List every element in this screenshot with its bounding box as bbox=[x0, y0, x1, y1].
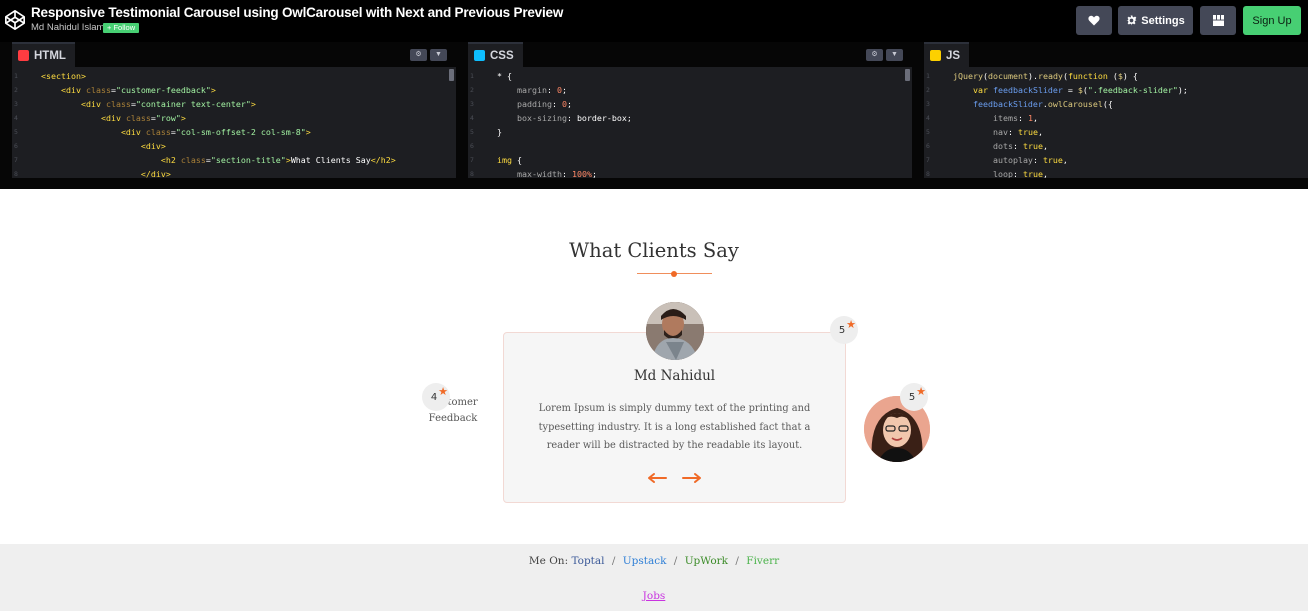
html-code[interactable]: 1 <section> 2 <div class="customer-feedba… bbox=[12, 69, 456, 178]
star-icon: ★ bbox=[438, 385, 448, 398]
css-tools: ⚙ ▼ bbox=[866, 49, 903, 61]
link-upstack[interactable]: Upstack bbox=[623, 555, 667, 567]
link-separator: / bbox=[735, 555, 739, 567]
client-name: Md Nahidul bbox=[633, 368, 716, 384]
css-code[interactable]: 1 * { 2 margin: 0; 3 padding: 0; 4 box-si… bbox=[468, 69, 912, 178]
arrow-right-icon[interactable] bbox=[682, 472, 702, 484]
signup-button[interactable]: Sign Up bbox=[1243, 6, 1301, 35]
css-editor[interactable]: CSS ⚙ ▼ 1 * { 2 margin: 0; 3 padding: 0; … bbox=[468, 42, 912, 178]
prev-slide-line2: Feedback bbox=[428, 413, 478, 424]
js-code[interactable]: 1 jQuery(document).ready(function ($) { 2… bbox=[924, 69, 1308, 178]
css-settings-icon[interactable]: ⚙ bbox=[866, 49, 883, 61]
pen-title: Responsive Testimonial Carousel using Ow… bbox=[31, 5, 564, 20]
tab-html-label: HTML bbox=[34, 49, 66, 62]
js-tabbar: JS bbox=[924, 42, 1308, 67]
me-on-links: Me On: Toptal / Upstack / UpWork / Fiver… bbox=[0, 555, 1308, 567]
client-photo bbox=[646, 302, 704, 360]
star-icon: ★ bbox=[846, 318, 856, 331]
title-divider-dot bbox=[671, 271, 677, 277]
css-chevron-down-icon[interactable]: ▼ bbox=[886, 49, 903, 61]
next-rating-value: 5 bbox=[908, 391, 916, 403]
link-upwork[interactable]: UpWork bbox=[685, 555, 728, 567]
tab-css[interactable]: CSS bbox=[468, 42, 523, 67]
link-fiverr[interactable]: Fiverr bbox=[746, 555, 779, 567]
link-separator: / bbox=[611, 555, 616, 567]
testimonial-text: Lorem Ipsum is simply dummy text of the … bbox=[538, 403, 811, 451]
link-separator: / bbox=[673, 555, 678, 567]
arrow-left-icon[interactable] bbox=[647, 472, 667, 484]
app-header: Responsive Testimonial Carousel using Ow… bbox=[0, 0, 1308, 42]
tab-js-label: JS bbox=[946, 49, 961, 62]
author-link[interactable]: Md Nahidul Islam bbox=[31, 22, 104, 33]
tab-css-label: CSS bbox=[490, 49, 514, 62]
me-on-label: Me On: bbox=[528, 555, 569, 567]
html-editor[interactable]: HTML ⚙ ▼ 1 <section> 2 <div class="custom… bbox=[12, 42, 456, 178]
html-settings-icon[interactable]: ⚙ bbox=[410, 49, 427, 61]
client-avatar bbox=[646, 302, 704, 360]
css-tabbar: CSS ⚙ ▼ bbox=[468, 42, 912, 67]
html-scrollbar[interactable] bbox=[449, 69, 454, 81]
change-view-button[interactable] bbox=[1200, 6, 1236, 35]
active-rating-badge: 5 ★ bbox=[830, 316, 858, 344]
css-icon bbox=[474, 50, 485, 61]
html-icon bbox=[18, 50, 29, 61]
layout-icon bbox=[1212, 15, 1224, 26]
result-preview: What Clients Say Customer Feedback 4 ★ 5… bbox=[0, 189, 1308, 544]
settings-button[interactable]: Settings bbox=[1118, 6, 1193, 35]
section-title: What Clients Say bbox=[569, 239, 739, 262]
js-icon bbox=[930, 50, 941, 61]
html-chevron-down-icon[interactable]: ▼ bbox=[430, 49, 447, 61]
prev-rating-badge: 4 ★ bbox=[422, 383, 450, 411]
link-toptal[interactable]: Toptal bbox=[571, 555, 604, 567]
heart-icon bbox=[1088, 15, 1100, 26]
next-rating-badge: 5 ★ bbox=[900, 383, 928, 411]
active-rating-value: 5 bbox=[838, 324, 846, 336]
star-icon: ★ bbox=[916, 385, 926, 398]
codepen-logo-icon[interactable] bbox=[4, 9, 26, 31]
tab-html[interactable]: HTML bbox=[12, 42, 75, 67]
tab-js[interactable]: JS bbox=[924, 42, 970, 67]
editor-panes: HTML ⚙ ▼ 1 <section> 2 <div class="custom… bbox=[0, 42, 1308, 189]
love-button[interactable] bbox=[1076, 6, 1112, 35]
html-tabbar: HTML ⚙ ▼ bbox=[12, 42, 456, 67]
gear-icon bbox=[1126, 15, 1137, 26]
preview-footer: Me On: Toptal / Upstack / UpWork / Fiver… bbox=[0, 544, 1308, 611]
follow-button[interactable]: + Follow bbox=[103, 23, 140, 33]
js-editor[interactable]: JS 1 jQuery(document).ready(function ($) … bbox=[924, 42, 1308, 178]
html-tools: ⚙ ▼ bbox=[410, 49, 447, 61]
prev-rating-value: 4 bbox=[430, 391, 438, 403]
jobs-link[interactable]: Jobs bbox=[0, 590, 1308, 602]
settings-label: Settings bbox=[1141, 14, 1185, 27]
css-scrollbar[interactable] bbox=[905, 69, 910, 81]
